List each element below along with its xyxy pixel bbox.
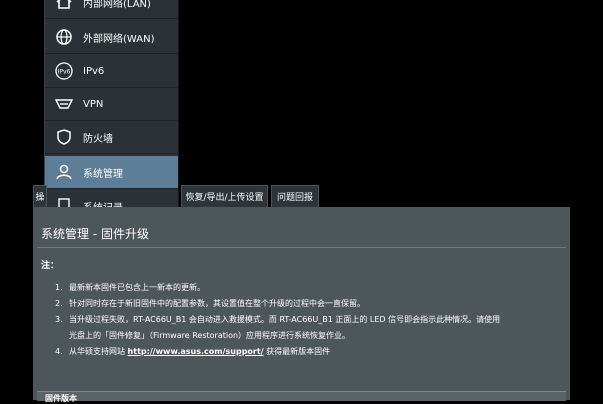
- ipv6-icon: IPv6: [53, 60, 75, 82]
- globe-icon: [53, 26, 75, 48]
- note-text: 获得最新版本固件: [263, 347, 331, 356]
- svg-text:IPv6: IPv6: [58, 69, 71, 76]
- note-text: 从华硕支持网站: [69, 347, 128, 356]
- tab-label: 问题回报: [276, 193, 313, 203]
- note-text: 最新新本固件已包含上一新本的更新。: [69, 283, 205, 292]
- tab-feedback[interactable]: 问题回报: [271, 185, 319, 207]
- note-item: 1. 最新新本固件已包含上一新本的更新。: [55, 280, 565, 296]
- sidebar-item-label: 外部网络(WAN): [83, 33, 155, 45]
- sidebar-item-label: 系统管理: [83, 168, 123, 180]
- admin-user-icon: [53, 161, 75, 183]
- sidebar-item-lan[interactable]: 内部网络(LAN): [45, 0, 178, 19]
- page-title: 系统管理 - 固件升级: [41, 227, 149, 241]
- home-icon: [53, 0, 75, 13]
- note-item: 4. 从华硕支持网站 http://www.asus.com/support/ …: [55, 344, 565, 360]
- shield-icon: [53, 126, 75, 148]
- note-number: 1.: [55, 283, 63, 292]
- note-text: 当升级过程失败，RT-AC66U_B1 会自动进入救援模式。而 RT-AC66U…: [69, 315, 501, 324]
- note-text: 针对同时存在于新旧固件中的配置参数，其设置值在整个升级的过程中会一直保留。: [69, 299, 365, 308]
- sidebar-item-wan[interactable]: 外部网络(WAN): [45, 21, 178, 54]
- firmware-version-heading: 固件版本: [45, 394, 77, 403]
- sidebar-item-firewall[interactable]: 防火墙: [45, 121, 178, 154]
- title-divider: [37, 247, 566, 248]
- note-label: 注：: [41, 261, 60, 271]
- asus-support-link[interactable]: http://www.asus.com/support/: [128, 347, 264, 356]
- note-item: 光盘上的「固件修复」（Firmware Restoration）应用程序进行系统…: [55, 328, 565, 344]
- tab-label: 恢复/导出/上传设置: [185, 193, 264, 203]
- sidebar-item-administration[interactable]: 系统管理: [45, 156, 178, 189]
- sidebar-item-ipv6[interactable]: IPv6 IPv6: [45, 55, 178, 88]
- tab-restore-save-upload[interactable]: 恢复/导出/上传设置: [181, 185, 268, 207]
- sidebar-item-label: 防火墙: [83, 133, 113, 145]
- sidebar-item-vpn[interactable]: VPN: [45, 88, 178, 121]
- note-item: 3. 当升级过程失败，RT-AC66U_B1 会自动进入救援模式。而 RT-AC…: [55, 312, 565, 328]
- note-text: 光盘上的「固件修复」（Firmware Restoration）应用程序进行系统…: [69, 331, 351, 340]
- note-number: 3.: [55, 315, 63, 324]
- note-number: 4.: [55, 347, 63, 356]
- firmware-upgrade-panel: 系统管理 - 固件升级 注： 1. 最新新本固件已包含上一新本的更新。 2. 针…: [33, 207, 570, 403]
- notes-list: 1. 最新新本固件已包含上一新本的更新。 2. 针对同时存在于新旧固件中的配置参…: [55, 280, 565, 360]
- vpn-icon: [53, 93, 75, 115]
- note-number: 2.: [55, 299, 63, 308]
- sidebar-menu: 内部网络(LAN) 外部网络(WAN) IPv6 IPv6 VPN 防火墙 系统…: [44, 0, 179, 213]
- sidebar-item-label: IPv6: [83, 65, 105, 77]
- note-item: 2. 针对同时存在于新旧固件中的配置参数，其设置值在整个升级的过程中会一直保留。: [55, 296, 565, 312]
- tab-label: 操: [35, 193, 45, 203]
- sidebar-item-label: 内部网络(LAN): [83, 0, 151, 10]
- sidebar-item-label: VPN: [83, 98, 104, 110]
- tab-operation-mode[interactable]: 操: [33, 185, 47, 207]
